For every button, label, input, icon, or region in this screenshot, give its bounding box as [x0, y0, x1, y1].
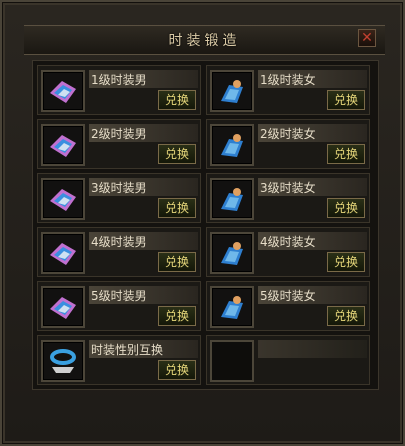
- item-name: 2级时装男: [91, 127, 147, 141]
- item-name: 4级时装男: [91, 235, 147, 249]
- item-name: 1级时装女: [260, 73, 316, 87]
- female-fashion-icon[interactable]: [210, 124, 254, 166]
- item-cell: 5级时装男 兑换: [37, 281, 201, 331]
- item-name: 3级时装女: [260, 181, 316, 195]
- item-cell: 4级时装男 兑换: [37, 227, 201, 277]
- female-fashion-icon[interactable]: [210, 70, 254, 112]
- exchange-button[interactable]: 兑换: [158, 144, 196, 164]
- male-fashion-icon[interactable]: [41, 124, 85, 166]
- male-fashion-icon[interactable]: [41, 178, 85, 220]
- male-fashion-icon[interactable]: [41, 232, 85, 274]
- exchange-button[interactable]: 兑换: [158, 360, 196, 380]
- exchange-button[interactable]: 兑换: [327, 90, 365, 110]
- item-name: 1级时装男: [91, 73, 147, 87]
- empty-label-bar: [258, 340, 367, 358]
- item-name: 2级时装女: [260, 127, 316, 141]
- item-name: 5级时装男: [91, 289, 147, 303]
- exchange-button[interactable]: 兑换: [158, 90, 196, 110]
- exchange-button[interactable]: 兑换: [158, 306, 196, 326]
- exchange-button[interactable]: 兑换: [158, 252, 196, 272]
- close-icon[interactable]: ✕: [358, 29, 376, 47]
- item-name: 3级时装男: [91, 181, 147, 195]
- male-fashion-icon[interactable]: [41, 286, 85, 328]
- window-title: 时装锻造: [168, 33, 241, 49]
- female-fashion-icon[interactable]: [210, 232, 254, 274]
- exchange-button[interactable]: 兑换: [327, 144, 365, 164]
- item-cell: 2级时装女 兑换: [206, 119, 370, 169]
- female-fashion-icon[interactable]: [210, 178, 254, 220]
- item-cell: 2级时装男 兑换: [37, 119, 201, 169]
- item-cell: 时装性别互换 兑换: [37, 335, 201, 385]
- exchange-button[interactable]: 兑换: [158, 198, 196, 218]
- item-cell: 5级时装女 兑换: [206, 281, 370, 331]
- item-name: 5级时装女: [260, 289, 316, 303]
- gender-swap-icon[interactable]: [41, 340, 85, 382]
- item-name: 4级时装女: [260, 235, 316, 249]
- item-grid: 1级时装男 兑换 1级时装女 兑换 2级时装男 兑换 2级时装女 兑换 3级时装…: [32, 60, 379, 390]
- exchange-button[interactable]: 兑换: [327, 306, 365, 326]
- item-cell: 4级时装女 兑换: [206, 227, 370, 277]
- empty-slot: [210, 340, 254, 382]
- item-cell: 1级时装女 兑换: [206, 65, 370, 115]
- empty-cell: [206, 335, 370, 385]
- item-name: 时装性别互换: [91, 343, 164, 357]
- title-bar: 时装锻造: [24, 25, 385, 55]
- fashion-forge-window: 时装锻造 ✕ 1级时装男 兑换 1级时装女 兑换 2级时装男 兑换 2级时装女 …: [0, 0, 405, 446]
- item-cell: 1级时装男 兑换: [37, 65, 201, 115]
- item-cell: 3级时装女 兑换: [206, 173, 370, 223]
- item-cell: 3级时装男 兑换: [37, 173, 201, 223]
- exchange-button[interactable]: 兑换: [327, 198, 365, 218]
- female-fashion-icon[interactable]: [210, 286, 254, 328]
- exchange-button[interactable]: 兑换: [327, 252, 365, 272]
- male-fashion-icon[interactable]: [41, 70, 85, 112]
